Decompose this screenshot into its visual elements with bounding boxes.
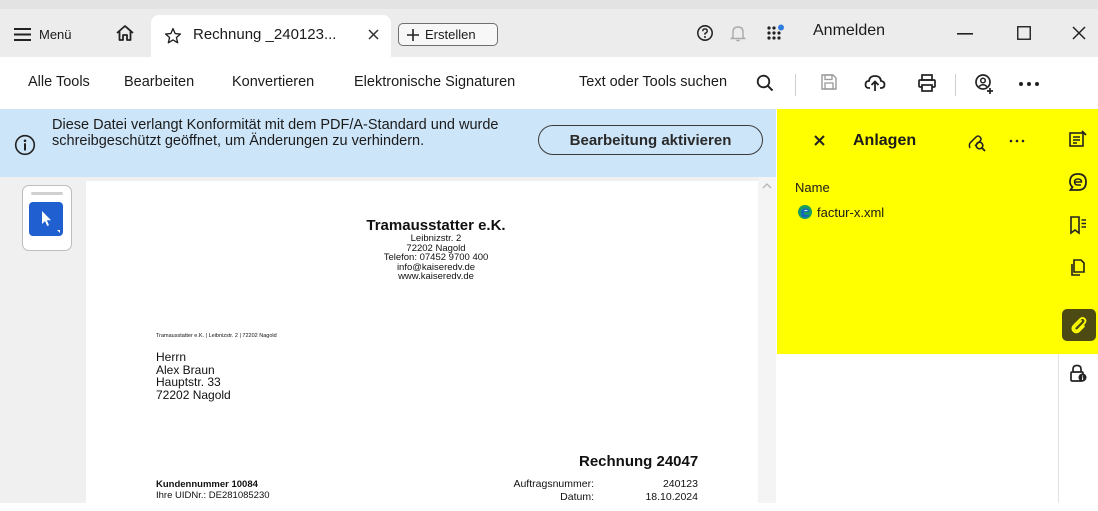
edit-link[interactable]: Bearbeiten xyxy=(124,74,194,90)
menu-label: Menü xyxy=(39,26,72,42)
document-viewer[interactable]: Tramausstatter e.K. Leibnizstr. 2 72202 … xyxy=(0,177,776,511)
bookmark-icon[interactable] xyxy=(1058,205,1098,245)
notification-bell-icon[interactable] xyxy=(730,24,746,42)
recipient-line: Hauptstr. 33 xyxy=(156,375,221,389)
star-icon[interactable] xyxy=(164,27,182,45)
convert-link[interactable]: Konvertieren xyxy=(232,74,314,90)
search-icon[interactable] xyxy=(756,74,774,92)
panel-empty-area xyxy=(777,354,1058,503)
create-button[interactable]: Erstellen xyxy=(398,23,498,46)
recipient-address: Herrn Alex Braun Hauptstr. 33 72202 Nago… xyxy=(156,351,231,401)
title-bar: Menü Rechnung _240123... Erstellen Anmel… xyxy=(0,0,1098,57)
toolbar-divider xyxy=(955,74,956,96)
banner-message: Diese Datei verlangt Konformität mit dem… xyxy=(52,117,499,149)
title-bar-edge xyxy=(0,0,1098,9)
menu-button[interactable]: Menü xyxy=(14,22,72,46)
select-tool-button[interactable] xyxy=(29,202,63,236)
sign-in-link[interactable]: Anmelden xyxy=(813,22,885,40)
info-icon xyxy=(14,134,36,156)
help-icon[interactable] xyxy=(696,24,714,42)
security-icon[interactable] xyxy=(1058,353,1098,393)
attachment-item[interactable]: factur-x.xml xyxy=(797,204,884,220)
close-panel-icon[interactable] xyxy=(814,135,825,146)
vertical-scrollbar[interactable] xyxy=(758,177,776,503)
pdfa-info-banner: Diese Datei verlangt Konformität mit dem… xyxy=(0,109,776,177)
invoice-company-address: Leibnizstr. 2 72202 Nagold Telefon: 0745… xyxy=(86,234,786,282)
pdf-page: Tramausstatter e.K. Leibnizstr. 2 72202 … xyxy=(86,181,758,511)
invoice-heading: Rechnung 24047 xyxy=(579,453,699,470)
toolbar-divider xyxy=(795,74,796,96)
search-tools-label[interactable]: Text oder Tools suchen xyxy=(579,74,727,90)
order-number-value: 240123 xyxy=(662,478,698,490)
home-icon[interactable] xyxy=(115,23,135,43)
edit-text-icon[interactable] xyxy=(1058,119,1098,159)
cursor-arrow-icon xyxy=(42,211,60,233)
vat-id: Ihre UIDNr.: DE281085230 xyxy=(156,490,270,501)
maximize-icon[interactable] xyxy=(1017,26,1031,40)
sender-line: Tramausstatter e.K. | Leibnizstr. 2 | 72… xyxy=(156,333,277,339)
attachment-icon[interactable] xyxy=(1062,309,1096,341)
tool-palette xyxy=(22,185,72,251)
date-value: 18.10.2024 xyxy=(645,491,698,503)
plus-icon xyxy=(407,28,419,41)
edge-browser-icon xyxy=(797,204,813,220)
close-tab-icon[interactable] xyxy=(368,29,379,40)
find-person-icon[interactable] xyxy=(974,73,996,95)
minimize-icon[interactable] xyxy=(957,33,973,35)
customer-number: Kundennummer 10084 xyxy=(156,479,258,490)
document-tab[interactable]: Rechnung _240123... xyxy=(151,15,391,57)
attachment-filename: factur-x.xml xyxy=(817,204,885,220)
print-icon[interactable] xyxy=(917,73,937,93)
search-attachments-icon[interactable] xyxy=(967,133,987,153)
date-label: Datum: xyxy=(560,491,594,503)
comment-icon[interactable] xyxy=(1058,162,1098,202)
close-window-icon[interactable] xyxy=(1072,26,1086,40)
panel-more-icon[interactable] xyxy=(1009,139,1025,143)
toolbar: Alle Tools Bearbeiten Konvertieren Elekt… xyxy=(0,57,1098,109)
palette-grip[interactable] xyxy=(31,192,63,195)
name-column-header[interactable]: Name xyxy=(795,180,830,195)
tab-title: Rechnung _240123... xyxy=(193,26,337,43)
recipient-line: 72202 Nagold xyxy=(156,387,231,402)
hamburger-icon xyxy=(14,27,31,41)
invoice-web: www.kaiseredv.de xyxy=(398,271,474,282)
order-number-label: Auftragsnummer: xyxy=(513,478,594,490)
attachments-panel: Anlagen Name factur-x.xml xyxy=(777,109,1058,354)
panel-title: Anlagen xyxy=(853,132,917,149)
enable-editing-button[interactable]: Bearbeitung aktivieren xyxy=(538,125,763,155)
recipient-line: Herrn xyxy=(156,350,187,364)
all-tools-link[interactable]: Alle Tools xyxy=(28,74,90,90)
scroll-up-icon[interactable] xyxy=(758,179,776,193)
apps-grid-icon[interactable] xyxy=(766,24,786,44)
save-icon[interactable] xyxy=(820,73,838,91)
create-label: Erstellen xyxy=(425,27,476,42)
pages-icon[interactable] xyxy=(1058,248,1098,288)
cloud-upload-icon[interactable] xyxy=(864,73,886,93)
invoice-company: Tramausstatter e.K. xyxy=(366,217,506,234)
e-signatures-link[interactable]: Elektronische Signaturen xyxy=(354,74,515,90)
more-options-icon[interactable] xyxy=(1018,81,1040,87)
